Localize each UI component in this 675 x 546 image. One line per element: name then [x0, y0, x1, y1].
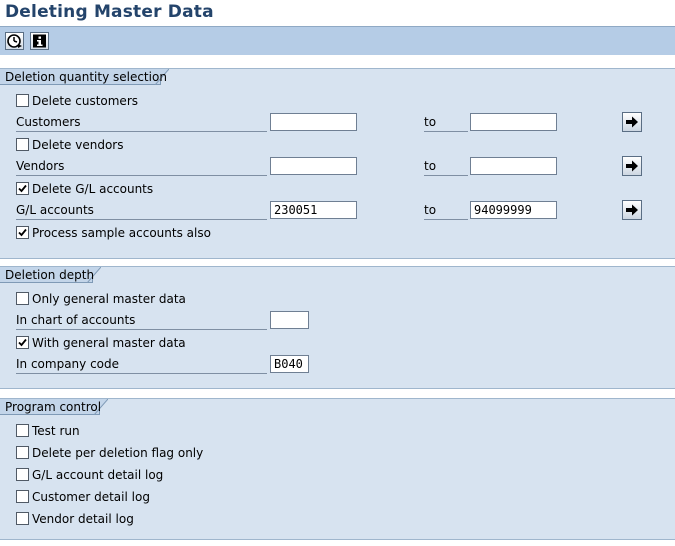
gl-accounts-label: G/L accounts: [16, 201, 267, 220]
chart-of-accounts-input[interactable]: [270, 311, 309, 329]
arrow-right-icon: [623, 204, 641, 222]
program-control-section: Program control Test run Delete per dele…: [0, 398, 675, 540]
vendors-multiple-selection-button[interactable]: [622, 156, 642, 176]
vendors-to-input[interactable]: [470, 157, 557, 175]
delete-gl-accounts-checkbox[interactable]: [16, 182, 29, 195]
only-general-master-data-checkbox[interactable]: [16, 292, 29, 305]
delete-gl-accounts-label: Delete G/L accounts: [32, 182, 154, 196]
delete-per-deletion-flag-label: Delete per deletion flag only: [32, 446, 204, 460]
page-title: Deleting Master Data: [5, 2, 214, 22]
delete-vendors-label: Delete vendors: [32, 138, 124, 152]
checkmark-icon: [18, 228, 27, 237]
with-general-master-data-checkbox[interactable]: [16, 336, 29, 349]
execute-button[interactable]: [5, 32, 24, 50]
customers-label: Customers: [16, 113, 267, 132]
deletion-quantity-selection-section: Deletion quantity selection Delete custo…: [0, 68, 675, 259]
delete-customers-checkbox[interactable]: [16, 94, 29, 107]
customers-multiple-selection-button[interactable]: [622, 112, 642, 132]
checkmark-icon: [18, 338, 27, 347]
information-icon: [31, 33, 48, 49]
customers-to-label: to: [424, 113, 468, 132]
test-run-label: Test run: [32, 424, 80, 438]
vendor-detail-log-checkbox[interactable]: [16, 512, 29, 525]
application-toolbar: [0, 27, 675, 55]
chart-of-accounts-label: In chart of accounts: [16, 311, 267, 330]
execute-clock-icon: [6, 33, 23, 49]
gl-accounts-to-input[interactable]: 94099999: [470, 201, 557, 219]
only-general-master-data-label: Only general master data: [32, 292, 186, 306]
process-sample-accounts-label: Process sample accounts also: [32, 226, 211, 240]
title-bar: Deleting Master Data: [0, 0, 675, 27]
delete-per-deletion-flag-checkbox[interactable]: [16, 446, 29, 459]
vendors-from-input[interactable]: [270, 157, 357, 175]
customer-detail-log-checkbox[interactable]: [16, 490, 29, 503]
delete-vendors-checkbox[interactable]: [16, 138, 29, 151]
section-title: Program control: [5, 400, 102, 414]
vendors-label: Vendors: [16, 157, 267, 176]
arrow-right-icon: [623, 160, 641, 178]
vendor-detail-log-label: Vendor detail log: [32, 512, 134, 526]
customers-from-input[interactable]: [270, 113, 357, 131]
information-button[interactable]: [30, 32, 49, 50]
gl-account-detail-log-checkbox[interactable]: [16, 468, 29, 481]
deletion-depth-section: Deletion depth Only general master data …: [0, 266, 675, 389]
with-general-master-data-label: With general master data: [32, 336, 186, 350]
process-sample-accounts-checkbox[interactable]: [16, 226, 29, 239]
gl-account-detail-log-label: G/L account detail log: [32, 468, 164, 482]
gl-accounts-from-input[interactable]: 230051: [270, 201, 357, 219]
customers-to-input[interactable]: [470, 113, 557, 131]
section-title: Deletion quantity selection: [5, 70, 167, 84]
gl-accounts-to-label: to: [424, 201, 468, 220]
delete-customers-label: Delete customers: [32, 94, 139, 108]
test-run-checkbox[interactable]: [16, 424, 29, 437]
company-code-label: In company code: [16, 355, 267, 374]
arrow-right-icon: [623, 116, 641, 134]
vendors-to-label: to: [424, 157, 468, 176]
gl-accounts-multiple-selection-button[interactable]: [622, 200, 642, 220]
customer-detail-log-label: Customer detail log: [32, 490, 150, 504]
company-code-input[interactable]: B040: [270, 355, 309, 373]
checkmark-icon: [18, 184, 27, 193]
section-title: Deletion depth: [5, 268, 95, 282]
